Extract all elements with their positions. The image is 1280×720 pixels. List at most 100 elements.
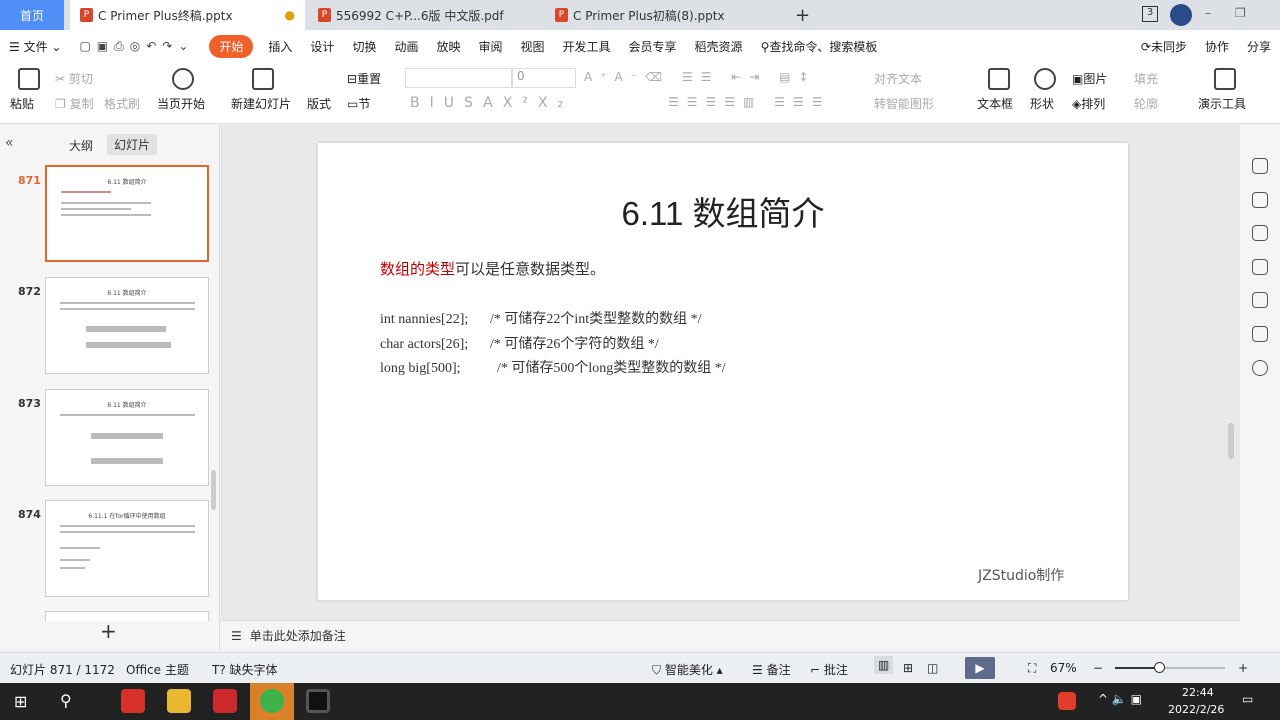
present-tools-button[interactable]: 演示工具: [1198, 95, 1246, 112]
slide[interactable]: 6.11 数组简介 数组的类型可以是任意数据类型。 int nannies[22…: [318, 143, 1128, 600]
font-size-tools[interactable]: A⁺A⁻⌫ ☰☰ ⇤⇥ ▤↕: [584, 70, 817, 84]
new-tab-button[interactable]: +: [785, 0, 810, 30]
canvas-scrollbar[interactable]: [1228, 423, 1234, 459]
format-painter-button[interactable]: 格式刷: [104, 95, 140, 112]
arrange-button[interactable]: ◈排列: [1072, 95, 1105, 112]
menu-view[interactable]: 视图: [521, 38, 545, 55]
font-size-select[interactable]: 0: [512, 68, 576, 88]
menu-transition[interactable]: 切换: [352, 38, 376, 55]
tray-icons[interactable]: ^ 🔈 ▣: [1098, 692, 1142, 706]
comment-toggle[interactable]: ⌐ 批注: [810, 661, 848, 678]
theme-name[interactable]: Office 主题: [126, 661, 189, 678]
menu-docer[interactable]: 稻壳资源: [695, 38, 743, 55]
tab-slides[interactable]: 幻灯片: [107, 134, 158, 155]
slide-thumbnail[interactable]: 6.11.1 在for循环中使用数组: [45, 500, 209, 597]
wps-app-icon[interactable]: [121, 689, 145, 713]
animation-star-icon[interactable]: [1252, 225, 1268, 241]
notification-icon[interactable]: ▭: [1242, 692, 1253, 706]
collapse-pane-icon[interactable]: «: [5, 135, 14, 151]
menu-member[interactable]: 会员专享: [629, 38, 677, 55]
slide-intro[interactable]: 数组的类型可以是任意数据类型。: [380, 258, 605, 279]
tab-outline[interactable]: 大纲: [69, 137, 93, 154]
file-explorer-icon[interactable]: [167, 689, 191, 713]
tab-doc-2[interactable]: P 556992 C+P...6版 中文版.pdf: [308, 0, 543, 30]
new-slide-button[interactable]: 新建幻灯片: [231, 95, 291, 112]
zoom-out-button[interactable]: −: [1093, 661, 1103, 675]
tab-doc-3[interactable]: PC Primer Plus初稿(8).pptx: [545, 0, 780, 30]
minimize-icon[interactable]: –: [1205, 6, 1211, 20]
window-count-badge[interactable]: 3: [1142, 6, 1158, 22]
font-name-select[interactable]: [405, 68, 512, 88]
play-current-button[interactable]: 当页开始: [157, 95, 205, 112]
menu-start[interactable]: 开始: [209, 34, 254, 58]
normal-view-icon[interactable]: ▥: [874, 656, 894, 674]
slide-title[interactable]: 6.11 数组简介: [318, 187, 1128, 235]
zoom-slider[interactable]: [1115, 662, 1225, 673]
collab-button[interactable]: 协作: [1205, 38, 1229, 55]
help-icon[interactable]: [1252, 360, 1268, 376]
slide-thumbnail[interactable]: 6.11 数组简介: [45, 165, 209, 262]
menu-insert[interactable]: 插入: [268, 38, 292, 55]
wechat-icon[interactable]: [260, 689, 284, 713]
smartart-button[interactable]: 转智能图形: [874, 95, 934, 112]
paste-button[interactable]: 粘贴: [10, 95, 34, 112]
search-icon[interactable]: ⚲: [60, 691, 72, 710]
align-text-button[interactable]: 对齐文本: [874, 70, 922, 87]
rocket-icon[interactable]: [1252, 158, 1268, 174]
play-slideshow-button[interactable]: ▶: [965, 657, 995, 679]
zoom-in-button[interactable]: +: [1238, 661, 1248, 675]
slide-thumbnail[interactable]: [45, 611, 209, 621]
textbox-button[interactable]: 文本框: [977, 95, 1013, 112]
notes-placeholder[interactable]: 单击此处添加备注: [250, 627, 346, 644]
picture-button[interactable]: ▣图片: [1072, 70, 1107, 87]
notes-toggle[interactable]: ☰ 备注: [752, 661, 791, 678]
outline-button[interactable]: 轮廓: [1134, 95, 1158, 112]
quick-access-toolbar[interactable]: ▢▣⎙◎↶↷⌄: [79, 39, 194, 54]
fit-window-icon[interactable]: ⛶: [1028, 661, 1036, 676]
avatar[interactable]: [1170, 4, 1192, 26]
zoom-slider-handle[interactable]: [1154, 662, 1165, 673]
cut-button[interactable]: ✂ 剪切: [55, 70, 93, 87]
slide-thumbnail[interactable]: 6.11 数组简介: [45, 389, 209, 486]
picture-tool-icon[interactable]: [1252, 292, 1268, 308]
slide-thumbnail[interactable]: 6.11 数组简介: [45, 277, 209, 374]
transition-icon[interactable]: [1252, 259, 1268, 275]
menu-design[interactable]: 设计: [310, 38, 334, 55]
home-tab[interactable]: 首页: [0, 0, 64, 30]
menu-animation[interactable]: 动画: [394, 38, 418, 55]
tab-doc-1[interactable]: PC Primer Plus终稿.pptx ●: [70, 0, 305, 30]
menu-slideshow[interactable]: 放映: [436, 38, 460, 55]
beautify-button[interactable]: ⛉ 智能美化 ▴: [652, 661, 723, 678]
section-button[interactable]: ▭节: [347, 95, 370, 112]
file-menu[interactable]: ☰ 文件 ⌄: [9, 38, 61, 55]
restore-icon[interactable]: ❐: [1235, 6, 1246, 20]
code-block[interactable]: int nannies[22];/* 可储存22个int类型整数的数组 */ c…: [380, 308, 726, 382]
shape-button[interactable]: 形状: [1030, 95, 1054, 112]
zoom-level[interactable]: 67%: [1050, 661, 1077, 675]
pdf-app-icon[interactable]: [213, 689, 237, 713]
clock-time[interactable]: 22:44: [1182, 686, 1214, 699]
location-icon[interactable]: [1252, 326, 1268, 342]
reading-view-icon[interactable]: ◫: [927, 661, 938, 675]
share-button[interactable]: 分享: [1247, 38, 1271, 55]
paragraph-align-tools[interactable]: ☰☰☰☰▥ ☰☰☰: [668, 95, 830, 109]
sogou-ime-icon[interactable]: [1058, 692, 1076, 710]
copy-button[interactable]: ❐ 复制: [55, 95, 94, 112]
font-style-tools[interactable]: BIUSAX²X₂: [410, 95, 573, 111]
clock-date[interactable]: 2022/2/26: [1168, 703, 1224, 716]
settings-sliders-icon[interactable]: [1252, 192, 1268, 208]
windows-start-icon[interactable]: ⊞: [14, 692, 27, 711]
fill-button[interactable]: 填充: [1134, 70, 1158, 87]
reset-button[interactable]: ⊟重置: [347, 70, 381, 87]
command-search[interactable]: ⚲查找命令、搜索模板: [761, 38, 878, 55]
pane-scrollbar[interactable]: [211, 470, 216, 510]
layout-button[interactable]: 版式: [307, 95, 331, 112]
notes-bar[interactable]: ☰ 单击此处添加备注: [221, 620, 1240, 650]
recorder-app-icon[interactable]: [306, 689, 330, 713]
menu-review[interactable]: 审阅: [478, 38, 502, 55]
missing-font-button[interactable]: T? 缺失字体: [212, 661, 278, 678]
add-slide-button[interactable]: +: [100, 619, 117, 643]
sync-button[interactable]: ⟳未同步: [1141, 38, 1187, 55]
menu-developer[interactable]: 开发工具: [563, 38, 611, 55]
sorter-view-icon[interactable]: ⊞: [903, 661, 913, 675]
